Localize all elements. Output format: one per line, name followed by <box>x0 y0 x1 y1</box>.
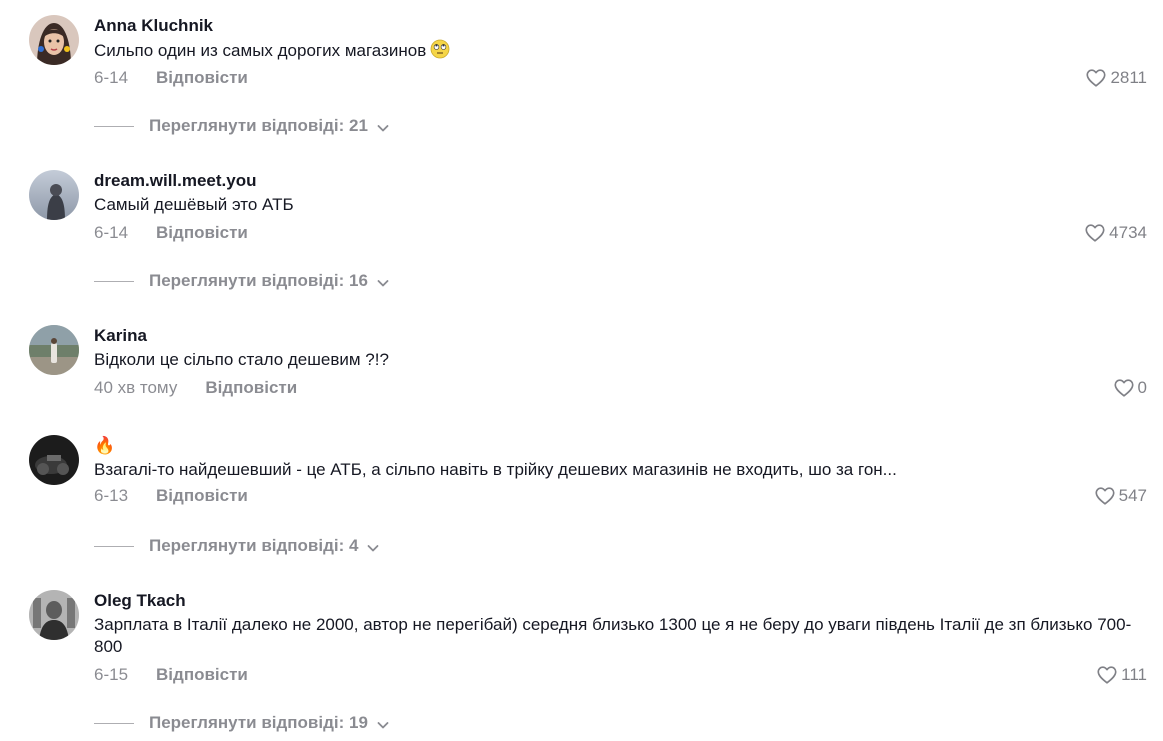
comment-meta: 6-15 Відповісти <box>94 664 248 686</box>
avatar[interactable] <box>29 325 79 375</box>
heart-outline-icon <box>1085 67 1107 89</box>
comment-text: Зарплата в Італії далеко не 2000, автор … <box>94 615 1132 656</box>
divider <box>94 545 134 547</box>
reply-button[interactable]: Відповісти <box>156 67 248 89</box>
comment-date: 6-14 <box>94 68 129 87</box>
chevron-down-icon <box>376 274 390 288</box>
comment-text: Сильпо один из самых дорогих магазинов <box>94 39 1134 62</box>
like-count: 0 <box>1137 378 1147 397</box>
like-count: 2811 <box>1110 68 1147 87</box>
comment-text: Самый дешёвый это АТБ <box>94 195 294 214</box>
comment-date: 6-13 <box>94 486 129 505</box>
divider <box>94 722 134 724</box>
view-replies-button[interactable]: Переглянути відповіді: 16 <box>94 270 390 292</box>
chevron-down-icon <box>376 119 390 133</box>
comment-username[interactable]: 🔥 <box>94 435 115 457</box>
like-count: 547 <box>1118 486 1147 505</box>
divider <box>94 280 134 282</box>
comment-username[interactable]: dream.will.meet.you <box>94 170 257 192</box>
like-button[interactable]: 4734 <box>1084 222 1147 244</box>
heart-outline-icon <box>1096 664 1118 686</box>
chevron-down-icon <box>376 716 390 730</box>
view-replies-button[interactable]: Переглянути відповіді: 4 <box>94 535 380 557</box>
comment-text: Відколи це сільпо стало дешевим ?!? <box>94 350 389 369</box>
view-replies-label: Переглянути відповіді: 16 <box>149 271 368 290</box>
divider <box>94 125 134 127</box>
eye-roll-emoji-icon <box>430 39 450 59</box>
like-button[interactable]: 0 <box>1113 377 1147 399</box>
reply-button[interactable]: Відповісти <box>205 377 297 399</box>
view-replies-label: Переглянути відповіді: 21 <box>149 116 368 135</box>
avatar[interactable] <box>29 15 79 65</box>
avatar[interactable] <box>29 590 79 640</box>
comment-text: Взагалі-то найдешевший - це АТБ, а сільп… <box>94 460 897 479</box>
reply-button[interactable]: Відповісти <box>156 485 248 507</box>
like-count: 4734 <box>1109 223 1147 242</box>
view-replies-button[interactable]: Переглянути відповіді: 19 <box>94 712 390 734</box>
comment-meta: 6-13 Відповісти <box>94 485 248 507</box>
heart-outline-icon <box>1094 485 1116 507</box>
comment-text-content: Сильпо один из самых дорогих магазинов <box>94 41 427 60</box>
view-replies-label: Переглянути відповіді: 4 <box>149 536 359 555</box>
like-count: 111 <box>1121 665 1147 684</box>
view-replies-label: Переглянути відповіді: 19 <box>149 713 368 732</box>
reply-button[interactable]: Відповісти <box>156 664 248 686</box>
heart-outline-icon <box>1084 222 1106 244</box>
heart-outline-icon <box>1113 377 1135 399</box>
comment-date: 6-14 <box>94 223 129 242</box>
avatar[interactable] <box>29 170 79 220</box>
comment-username[interactable]: Oleg Tkach <box>94 590 186 612</box>
like-button[interactable]: 2811 <box>1085 67 1147 89</box>
view-replies-button[interactable]: Переглянути відповіді: 21 <box>94 115 390 137</box>
comment-meta: 40 хв тому Відповісти <box>94 377 297 399</box>
comment-username[interactable]: Anna Kluchnik <box>94 15 213 37</box>
comment-date: 6-15 <box>94 665 129 684</box>
chevron-down-icon <box>366 539 380 553</box>
avatar[interactable] <box>29 435 79 485</box>
comment-date: 40 хв тому <box>94 378 178 397</box>
reply-button[interactable]: Відповісти <box>156 222 248 244</box>
comment-meta: 6-14 Відповісти <box>94 222 248 244</box>
like-button[interactable]: 111 <box>1096 664 1147 686</box>
like-button[interactable]: 547 <box>1094 485 1147 507</box>
comment-meta: 6-14 Відповісти <box>94 67 248 89</box>
comment-username[interactable]: Karina <box>94 325 147 347</box>
